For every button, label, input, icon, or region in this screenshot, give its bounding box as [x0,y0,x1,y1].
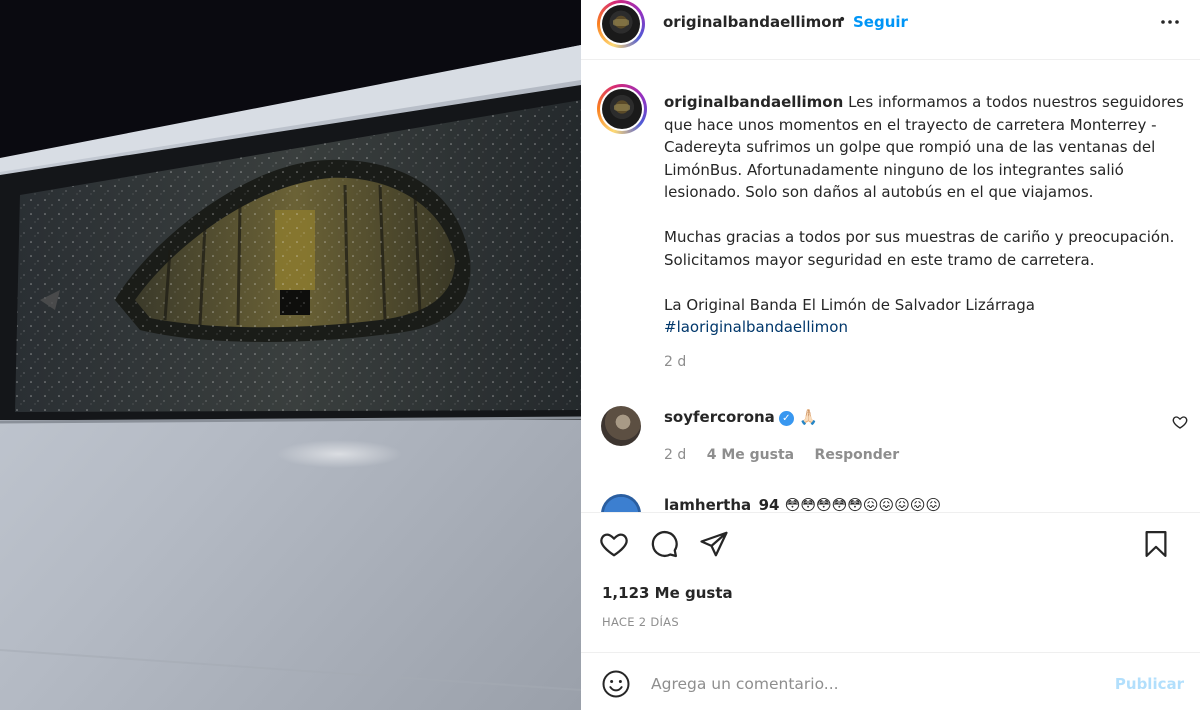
share-button[interactable] [699,529,729,559]
caption-username[interactable]: originalbandaellimon [664,93,843,111]
follow-button[interactable]: Seguir [853,13,908,31]
comment-text: 😳😳😳😳😳😖😖😖😖😖 [784,496,942,512]
author-username[interactable]: originalbandaellimon [663,13,842,31]
comment-text: 🙏🏻 [799,408,818,426]
caption-paragraph-3: La Original Banda El Limón de Salvador L… [664,295,1035,314]
comments-scroll-area[interactable]: originalbandaellimon Les informamos a to… [581,60,1200,512]
commenter-avatar[interactable] [601,494,641,512]
post-time-ago: HACE 2 DÍAS [602,615,679,629]
bookmark-icon [1145,531,1167,557]
save-button[interactable] [1141,529,1171,559]
heart-icon [600,533,628,557]
post-actions: 1,123 Me gusta HACE 2 DÍAS [581,512,1200,652]
add-comment-bar: Publicar [581,652,1200,710]
broken-bus-window-image [0,0,581,710]
comment-input[interactable] [651,669,1111,699]
heart-outline-icon [1172,416,1188,429]
more-horizontal-icon [1161,20,1179,24]
verified-badge-icon: ✓ [778,411,794,426]
comment-item: lamhertha_94 😳😳😳😳😳😖😖😖😖😖 [581,492,1200,512]
comment-button[interactable] [649,529,679,559]
like-comment-icon[interactable] [1172,414,1188,434]
author-avatar[interactable] [597,0,645,48]
comment-item: soyfercorona ✓ 🙏🏻 2 d 4 Me gusta Responde… [581,402,1200,482]
caption-text: originalbandaellimon Les informamos a to… [664,91,1189,339]
caption-author-avatar[interactable] [597,84,647,134]
comment-bubble-icon [651,530,678,558]
post-photo[interactable] [0,0,581,710]
smiley-icon [602,670,630,698]
publish-button[interactable]: Publicar [1115,675,1184,693]
caption-paragraph-2: Muchas gracias a todos por sus muestras … [664,228,1175,269]
likes-count[interactable]: 1,123 Me gusta [602,584,733,602]
separator-dot: • [838,12,847,28]
caption-time: 2 d [664,354,687,370]
reply-button[interactable]: Responder [815,447,900,463]
post-side-panel: originalbandaellimon • Seguir originalba… [581,0,1200,710]
post-header: originalbandaellimon • Seguir [581,0,1200,60]
commenter-avatar[interactable] [601,406,641,446]
more-options-icon[interactable] [1158,10,1182,39]
paper-plane-icon [700,531,728,557]
commenter-username[interactable]: lamhertha_94 😳😳😳😳😳😖😖😖😖😖 [664,496,941,512]
caption-hashtag[interactable]: #laoriginalbandaellimon [664,318,848,336]
comment-likes[interactable]: 4 Me gusta [707,447,794,463]
commenter-username[interactable]: soyfercorona ✓ 🙏🏻 [664,408,818,426]
like-button[interactable] [599,529,629,559]
emoji-picker-button[interactable] [601,669,631,699]
comment-time: 2 d [664,447,687,463]
